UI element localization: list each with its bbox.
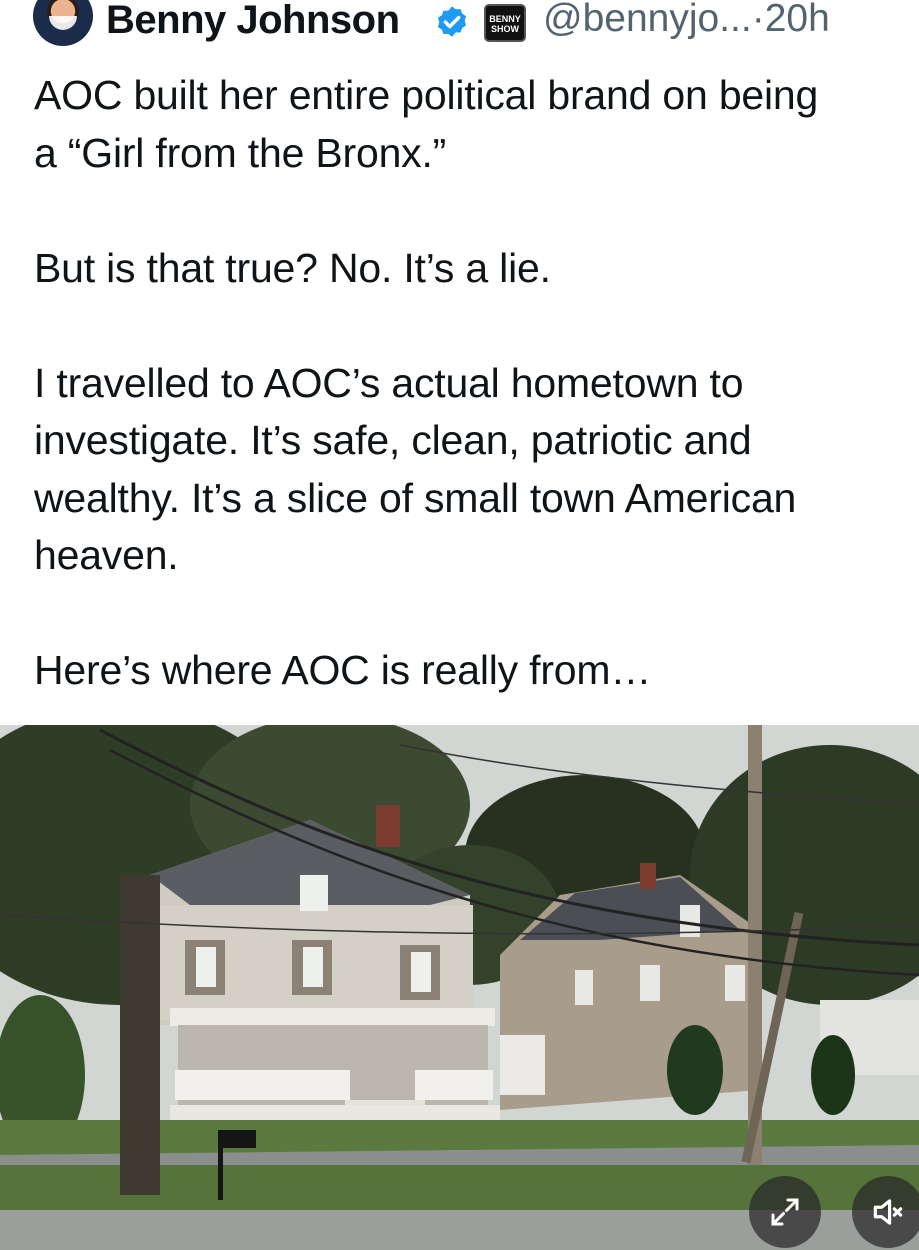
author-handle[interactable]: @bennyjo... (543, 0, 752, 40)
expand-icon (771, 1198, 799, 1226)
author-display-name[interactable]: Benny Johnson (106, 0, 400, 43)
expand-button[interactable] (749, 1176, 821, 1248)
affiliate-badge-icon[interactable]: BENNY SHOW (484, 4, 526, 42)
tweet-video[interactable] (0, 725, 919, 1250)
separator: · (751, 0, 765, 40)
video-frame-houses (0, 725, 919, 1250)
tweet-header: Benny Johnson BENNY SHOW @bennyjo...·20h (0, 0, 919, 52)
timestamp[interactable]: 20h (765, 0, 830, 40)
mute-button[interactable] (852, 1176, 919, 1248)
mute-icon (873, 1199, 903, 1225)
handle-and-time: @bennyjo...·20h (543, 0, 830, 41)
tweet-text: AOC built her entire political brand on … (34, 72, 819, 693)
author-avatar[interactable] (33, 0, 93, 46)
verified-badge-icon[interactable] (433, 4, 471, 42)
